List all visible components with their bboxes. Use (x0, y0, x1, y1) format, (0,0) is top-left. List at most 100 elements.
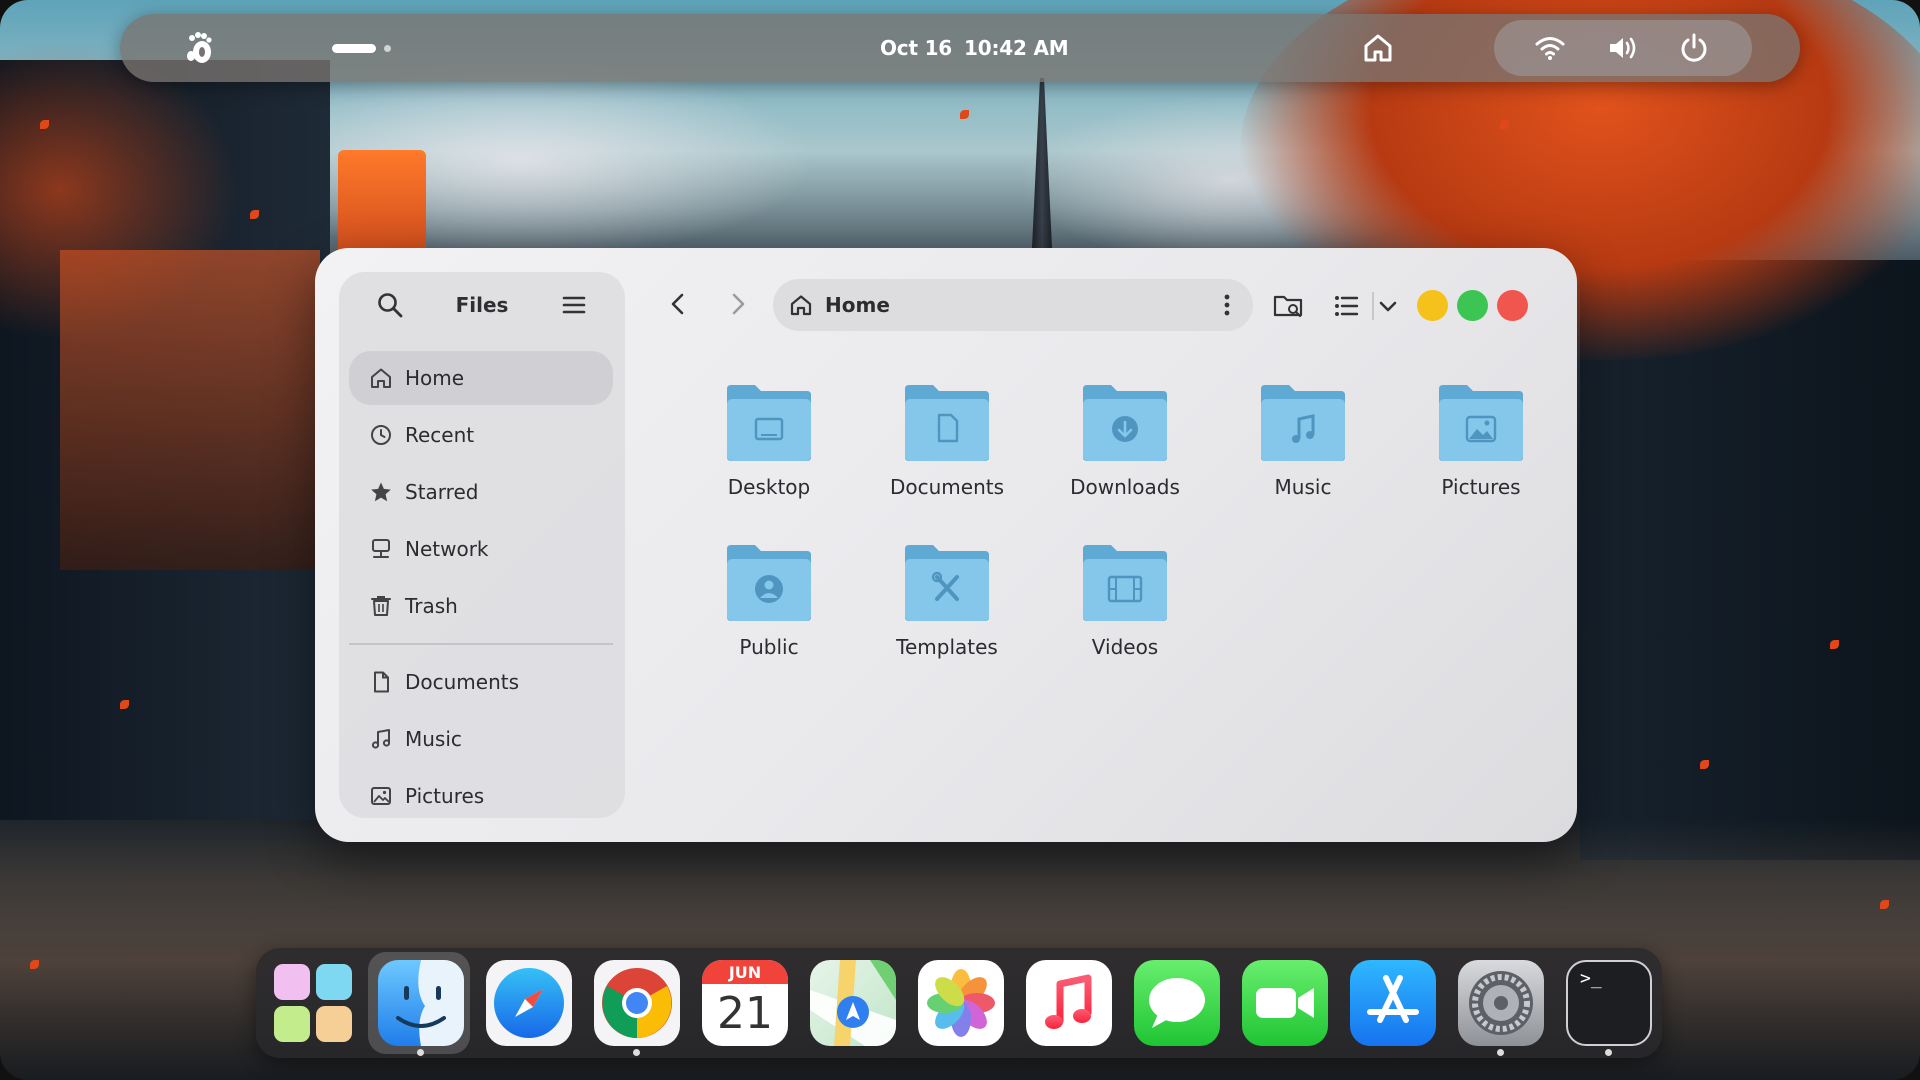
download-folder-icon (1083, 385, 1167, 461)
video-camera-icon (1256, 988, 1314, 1018)
sidebar-item-network[interactable]: Network (349, 522, 613, 576)
folder-music[interactable]: Music (1224, 373, 1374, 523)
dock-app-calendar[interactable]: JUN 21 (702, 960, 788, 1046)
sidebar-item-music[interactable]: Music (349, 712, 613, 766)
running-indicator (1497, 1049, 1504, 1056)
system-tray[interactable] (1494, 20, 1752, 76)
network-icon (372, 539, 390, 558)
launchpad-icon (274, 964, 352, 1042)
user-folder-icon (727, 545, 811, 621)
dock-app-launchpad[interactable] (270, 960, 356, 1046)
chat-bubble-icon (1149, 978, 1205, 1028)
home-icon (371, 368, 391, 388)
sidebar-item-pictures[interactable]: Pictures (349, 769, 613, 823)
folder-templates[interactable]: Templates (868, 533, 1018, 683)
desktop-folder-icon (727, 385, 811, 461)
folder-label: Music (1274, 475, 1332, 499)
folder-label: Pictures (1441, 475, 1521, 499)
dock-app-system-settings[interactable] (1458, 960, 1544, 1046)
app-title: Files (455, 293, 509, 317)
sidebar-item-label: Recent (405, 423, 475, 447)
folder-label: Documents (889, 475, 1005, 499)
document-icon (374, 671, 389, 693)
volume-icon[interactable] (1606, 32, 1638, 64)
folder-label: Templates (896, 635, 998, 659)
terminal-prompt: >_ (1580, 968, 1602, 989)
dock-app-safari[interactable] (486, 960, 572, 1046)
calendar-day: 21 (717, 988, 773, 1039)
maximize-button[interactable] (1457, 290, 1488, 321)
dock: JUN 21 >_ (256, 948, 1662, 1058)
dock-app-maps[interactable] (810, 960, 896, 1046)
gnome-foot-icon[interactable] (180, 30, 216, 66)
home-icon (790, 295, 812, 316)
folder-label: Downloads (1070, 475, 1180, 499)
back-button[interactable] (661, 286, 697, 322)
film-folder-icon (1083, 545, 1167, 621)
safari-compass-icon (494, 968, 564, 1038)
sidebar-header: Files (339, 272, 625, 338)
app-store-icon (1367, 975, 1419, 1023)
finder-icon (396, 960, 464, 1046)
folder-label: Desktop (727, 475, 811, 499)
sidebar-item-label: Trash (405, 594, 458, 618)
tools-folder-icon (905, 545, 989, 621)
music-folder-icon (1261, 385, 1345, 461)
folder-downloads[interactable]: Downloads (1046, 373, 1196, 523)
top-panel: Oct 16 10:42 AM (120, 14, 1800, 82)
sidebar-item-starred[interactable]: Starred (349, 465, 613, 519)
search-icon[interactable] (375, 290, 405, 320)
dock-app-photos[interactable] (918, 960, 1004, 1046)
sidebar-item-label: Pictures (405, 784, 485, 808)
calendar-month: JUN (702, 960, 788, 984)
search-folder-icon[interactable] (1271, 288, 1307, 324)
sidebar-item-label: Home (405, 366, 465, 390)
sidebar-item-label: Starred (405, 480, 479, 504)
folder-label: Videos (1091, 635, 1159, 659)
chevron-down-icon[interactable] (1373, 288, 1403, 324)
photos-flower-icon (927, 969, 995, 1037)
picture-icon (371, 787, 391, 805)
hamburger-menu-icon[interactable] (559, 290, 589, 320)
dock-app-facetime[interactable] (1242, 960, 1328, 1046)
dock-app-chrome[interactable] (594, 960, 680, 1046)
forward-button[interactable] (719, 286, 755, 322)
files-window: Files Home Recent Starred Network Trash (315, 248, 1577, 842)
sidebar-item-recent[interactable]: Recent (349, 408, 613, 462)
sidebar-item-label: Network (405, 537, 489, 561)
running-indicator (1605, 1049, 1612, 1056)
close-button[interactable] (1497, 290, 1528, 321)
minimize-button[interactable] (1417, 290, 1448, 321)
folder-label: Public (739, 635, 799, 659)
list-view-icon[interactable] (1329, 288, 1365, 324)
location-bar[interactable]: Home (773, 279, 1253, 331)
music-note-icon (1045, 974, 1092, 1029)
sidebar-item-label: Music (405, 727, 462, 751)
wifi-icon[interactable] (1534, 32, 1566, 64)
sidebar-item-trash[interactable]: Trash (349, 579, 613, 633)
dock-app-terminal[interactable]: >_ (1566, 960, 1652, 1046)
folder-documents[interactable]: Documents (868, 373, 1018, 523)
maps-icon (810, 960, 896, 1046)
folder-public[interactable]: Public (690, 533, 840, 683)
folder-pictures[interactable]: Pictures (1402, 373, 1552, 523)
dock-app-messages[interactable] (1134, 960, 1220, 1046)
clock[interactable]: Oct 16 10:42 AM (880, 14, 1280, 82)
sidebar: Files Home Recent Starred Network Trash (339, 272, 625, 818)
workspace-dot[interactable] (384, 45, 391, 52)
more-options-icon[interactable] (1213, 291, 1241, 319)
sidebar-item-home[interactable]: Home (349, 351, 613, 405)
dock-app-finder[interactable] (378, 960, 464, 1046)
dock-app-app-store[interactable] (1350, 960, 1436, 1046)
star-icon (371, 482, 391, 502)
sidebar-item-documents[interactable]: Documents (349, 655, 613, 709)
clock-icon (371, 425, 391, 445)
home-icon[interactable] (1360, 30, 1396, 66)
dock-app-music[interactable] (1026, 960, 1112, 1046)
workspace-active[interactable] (332, 44, 376, 53)
folder-videos[interactable]: Videos (1046, 533, 1196, 683)
clock-time: 10:42 AM (964, 36, 1069, 60)
power-icon[interactable] (1678, 32, 1710, 64)
folder-desktop[interactable]: Desktop (690, 373, 840, 523)
chrome-icon (602, 968, 672, 1038)
